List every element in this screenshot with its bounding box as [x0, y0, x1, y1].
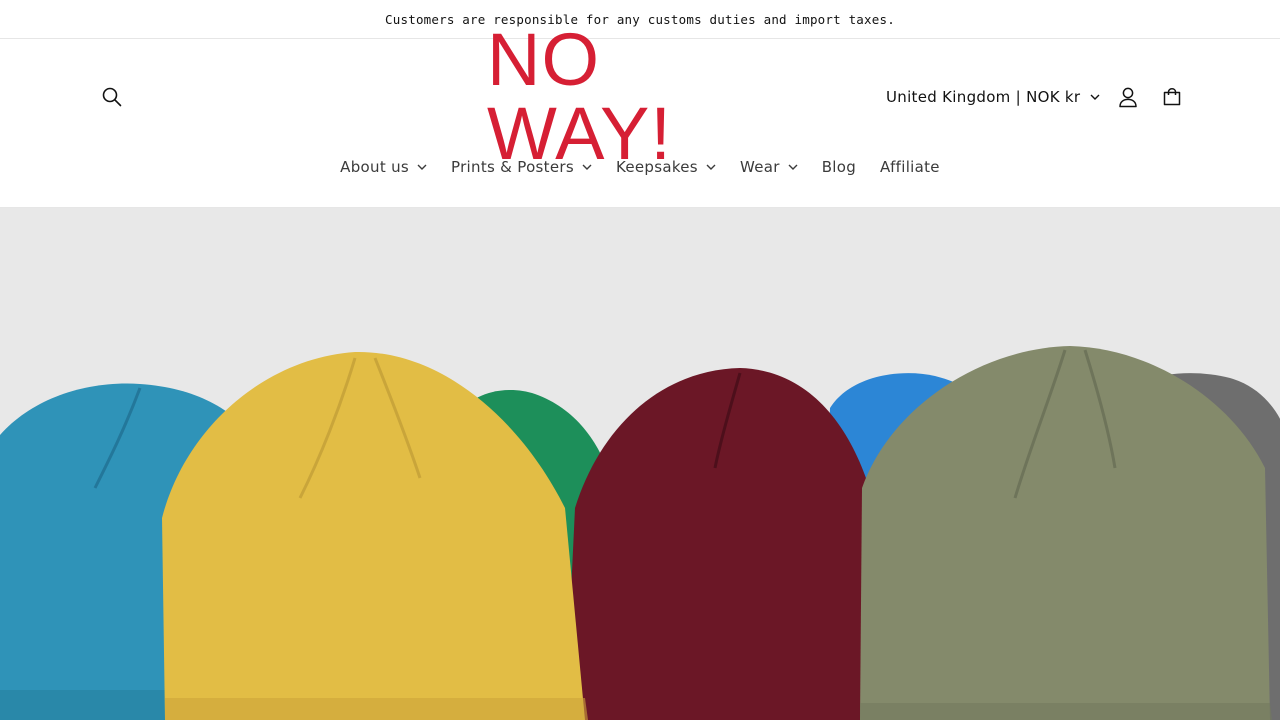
nav-item-keepsakes[interactable]: Keepsakes — [604, 147, 728, 187]
locale-label: United Kingdom | NOK kr — [886, 88, 1081, 106]
beanie-maroon — [565, 368, 880, 720]
nav-item-label: Wear — [739, 158, 780, 176]
nav-item-prints-posters[interactable]: Prints & Posters — [439, 147, 604, 187]
nav-item-wear[interactable]: Wear — [728, 147, 810, 187]
hero-banner[interactable] — [0, 208, 1280, 720]
nav-item-label: About us — [340, 158, 409, 176]
chevron-down-icon — [706, 164, 716, 170]
account-button[interactable] — [1108, 77, 1148, 117]
nav-item-about-us[interactable]: About us — [328, 147, 439, 187]
site-header: NO WAY! United Kingdom | NOK kr About us… — [0, 23, 1280, 208]
nav-item-label: Blog — [821, 158, 857, 176]
chevron-down-icon — [417, 164, 427, 170]
user-icon — [1119, 87, 1137, 108]
search-button[interactable] — [92, 77, 132, 117]
chevron-down-icon — [788, 164, 798, 170]
country-currency-selector[interactable]: United Kingdom | NOK kr — [878, 77, 1100, 117]
bag-icon — [1163, 88, 1181, 106]
hero-image-beanies — [0, 346, 1280, 720]
chevron-down-icon — [1090, 94, 1100, 100]
nav-item-label: Affiliate — [880, 158, 940, 176]
nav-item-blog[interactable]: Blog — [810, 147, 868, 187]
nav-item-label: Prints & Posters — [451, 158, 574, 176]
site-logo[interactable]: NO WAY! — [487, 23, 793, 171]
search-icon — [102, 87, 122, 107]
cart-button[interactable] — [1152, 77, 1192, 117]
nav-item-label: Keepsakes — [615, 158, 698, 176]
nav-item-affiliate[interactable]: Affiliate — [868, 147, 952, 187]
chevron-down-icon — [582, 164, 592, 170]
main-navigation: About us Prints & Posters Keepsakes Wear… — [0, 147, 1280, 187]
